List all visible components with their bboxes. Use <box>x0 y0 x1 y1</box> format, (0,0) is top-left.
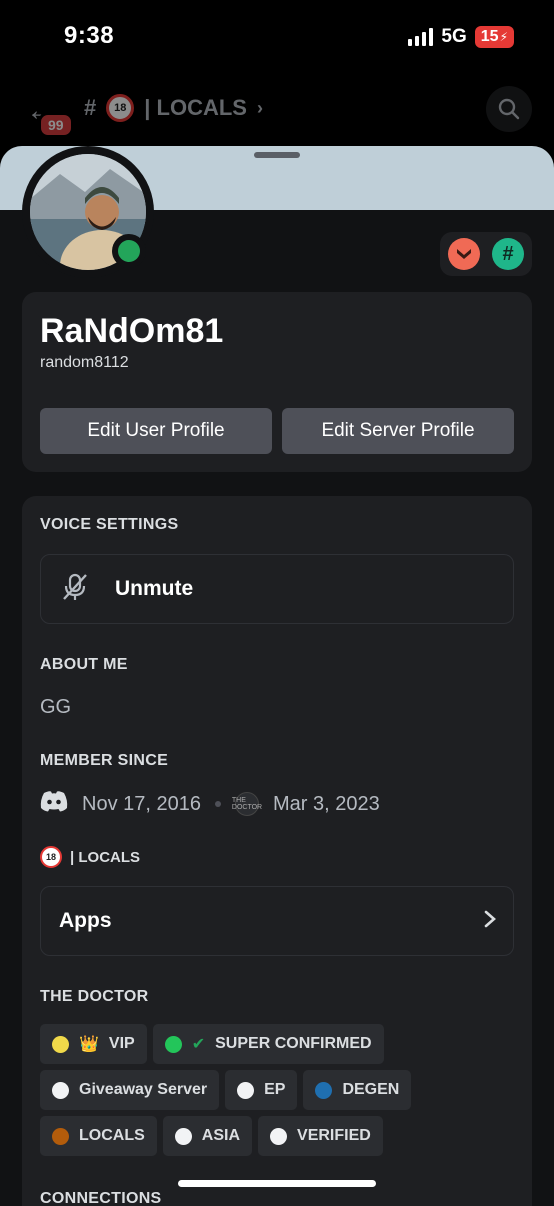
about-me-text: GG <box>40 696 72 718</box>
role-chip[interactable]: ASIA <box>162 1116 253 1156</box>
unmute-button[interactable]: Unmute <box>40 554 514 624</box>
chevron-right-icon: › <box>256 97 263 118</box>
bug-hunter-icon[interactable] <box>448 238 480 270</box>
role-color-dot <box>174 1127 192 1145</box>
battery-icon: 15 ⚡ <box>474 26 514 48</box>
about-me-label: ABOUT ME <box>40 656 128 673</box>
role-chip[interactable]: DEGEN <box>303 1070 412 1110</box>
status-time: 9:38 <box>64 22 115 49</box>
search-icon[interactable] <box>486 86 532 132</box>
role-chip[interactable]: Giveaway Server <box>40 1070 220 1110</box>
role-name: EP <box>264 1081 286 1098</box>
role-color-dot <box>52 1035 69 1053</box>
discord-member-date: Nov 17, 2016 <box>82 792 201 815</box>
role-name: DEGEN <box>342 1081 400 1098</box>
crown-icon: 👑 <box>79 1036 99 1053</box>
network-label: 5G <box>441 26 467 47</box>
status-bar: 9:38 5G 15 ⚡ <box>0 0 554 76</box>
connections-label: CONNECTIONS <box>40 1190 162 1206</box>
roles-list: 👑 VIP ✔ SUPER CONFIRMED Giveaway Server EP… <box>40 1024 520 1156</box>
server-name-row: 18 | LOCALS <box>40 846 140 868</box>
channel-name: | LOCALS <box>144 95 247 120</box>
roles-section-label: THE DOCTOR <box>40 988 149 1005</box>
profile-card: RaNdOm81 random8112 Edit User Profile Ed… <box>22 292 532 472</box>
role-name: Giveaway Server <box>79 1081 208 1098</box>
status-indicators: 5G 15 ⚡ <box>408 26 514 48</box>
no-18-icon: 18 <box>40 846 62 868</box>
server-name-label: | LOCALS <box>70 848 141 866</box>
home-indicator[interactable] <box>178 1180 376 1187</box>
role-color-dot <box>315 1081 333 1099</box>
username: random8112 <box>40 354 129 371</box>
role-color-dot <box>52 1127 69 1145</box>
role-name: ASIA <box>201 1127 241 1144</box>
hashtag-icon: # <box>84 95 97 120</box>
edit-user-profile-button[interactable]: Edit User Profile <box>40 408 272 454</box>
unmute-label: Unmute <box>115 577 194 600</box>
apps-button[interactable]: Apps <box>40 886 514 956</box>
apps-label: Apps <box>59 909 112 932</box>
signal-icon <box>408 28 434 46</box>
role-color-dot <box>164 1035 182 1053</box>
role-name: VERIFIED <box>297 1127 371 1144</box>
discord-icon <box>40 790 68 818</box>
profile-details-card: VOICE SETTINGS Unmute ABOUT ME GG MEMBER… <box>22 496 532 1206</box>
sheet-drag-handle[interactable] <box>254 152 300 158</box>
voice-settings-label: VOICE SETTINGS <box>40 516 179 533</box>
member-since-label: MEMBER SINCE <box>40 752 169 769</box>
profile-sheet: # RaNdOm81 random8112 Edit User Profile … <box>0 146 554 1206</box>
role-chip[interactable]: ✔ SUPER CONFIRMED <box>152 1024 384 1064</box>
role-name: VIP <box>108 1035 135 1052</box>
role-chip[interactable]: EP <box>225 1070 298 1110</box>
checkmark-icon: ✔ <box>191 1036 206 1053</box>
role-chip[interactable]: VERIFIED <box>258 1116 383 1156</box>
role-chip[interactable]: 👑 VIP <box>40 1024 147 1064</box>
battery-level: 15 <box>480 28 499 45</box>
unread-badge: 99 <box>38 112 74 138</box>
chevron-right-icon <box>483 909 497 934</box>
profile-badges[interactable]: # <box>440 232 532 276</box>
channel-title[interactable]: # 18 | LOCALS › <box>84 94 263 122</box>
member-since-row: Nov 17, 2016 THE DOCTOR Mar 3, 2023 <box>40 790 380 818</box>
server-member-date: Mar 3, 2023 <box>272 792 380 815</box>
edit-server-profile-button[interactable]: Edit Server Profile <box>282 408 514 454</box>
role-chip[interactable]: LOCALS <box>40 1116 157 1156</box>
online-status-icon <box>112 234 146 268</box>
no-18-icon: 18 <box>106 94 135 122</box>
role-color-dot <box>52 1081 69 1099</box>
hashtag-badge-icon[interactable]: # <box>492 238 524 270</box>
role-color-dot <box>270 1127 288 1145</box>
role-name: LOCALS <box>79 1127 145 1144</box>
role-name: SUPER CONFIRMED <box>215 1035 372 1052</box>
mic-off-icon <box>59 571 91 608</box>
display-name: RaNdOm81 <box>40 312 224 350</box>
server-icon: THE DOCTOR <box>232 792 262 816</box>
channel-header: ← 99 # 18 | LOCALS › <box>0 80 554 140</box>
separator-dot <box>214 801 221 807</box>
role-color-dot <box>237 1081 255 1099</box>
